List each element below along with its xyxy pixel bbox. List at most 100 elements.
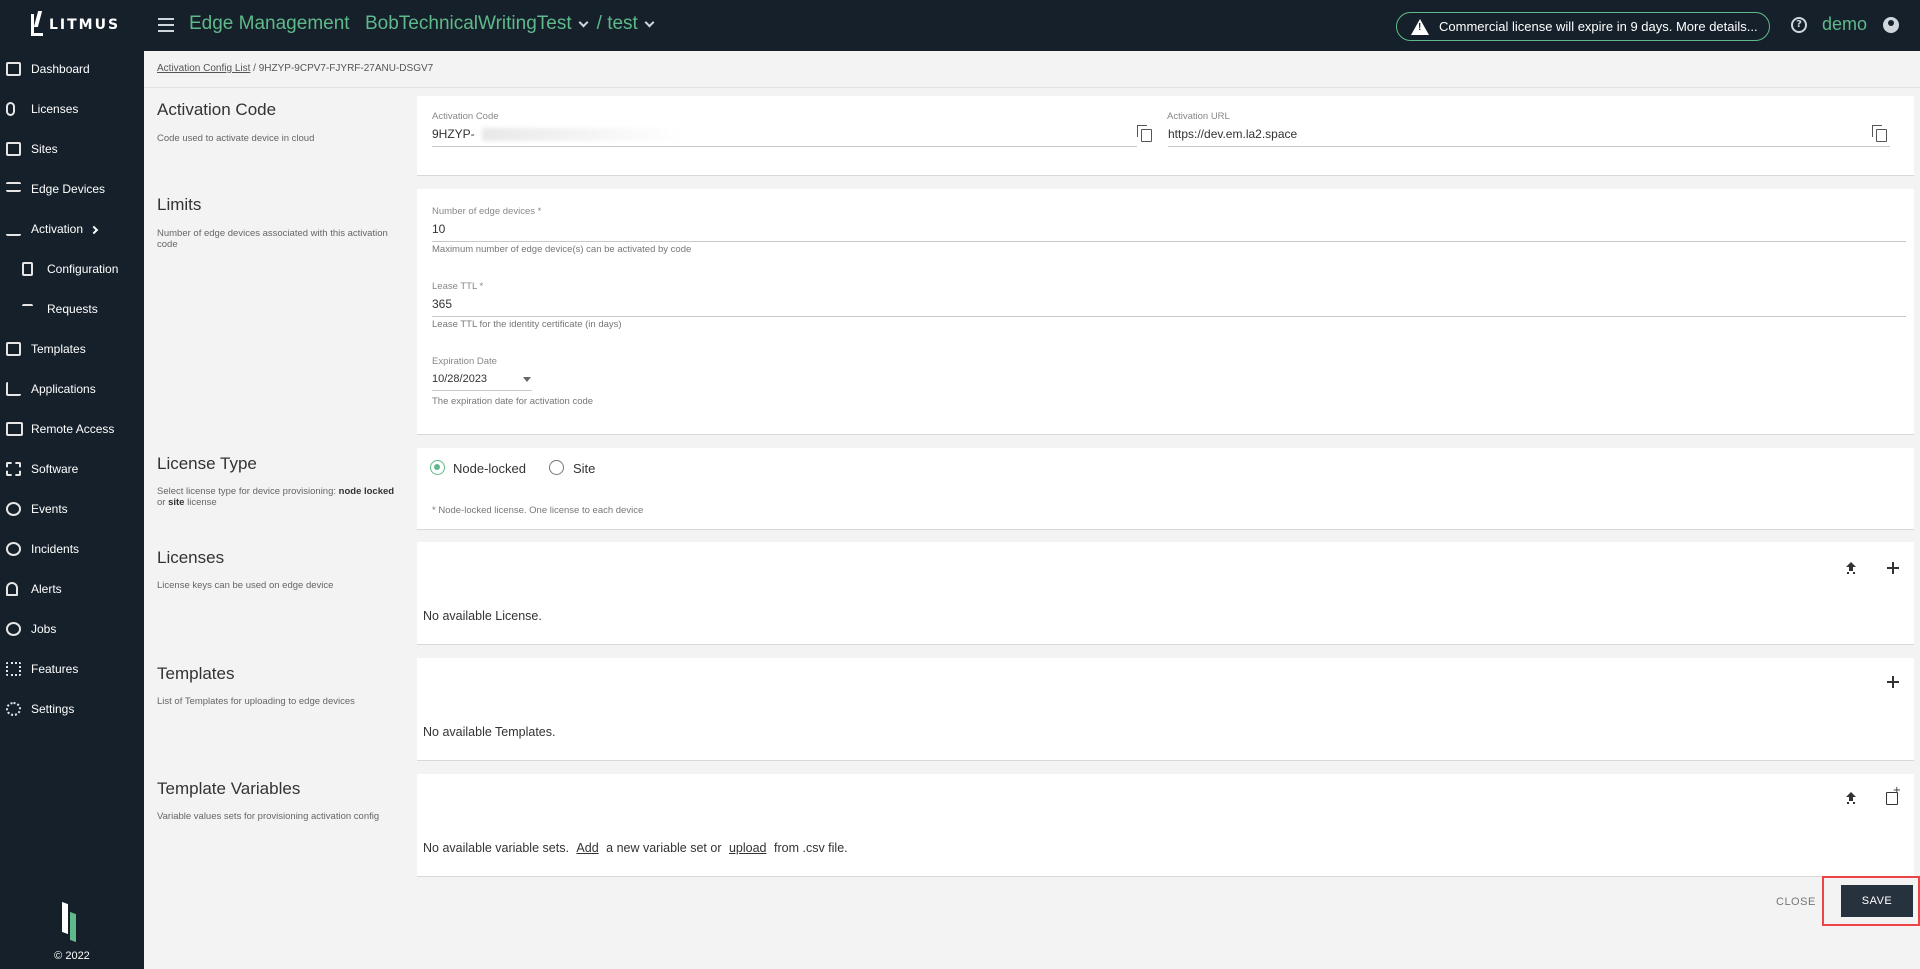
chevron-down-icon[interactable] xyxy=(644,17,655,27)
license-type-card: Node-locked Site * Node-locked license. … xyxy=(417,448,1914,530)
litmus-logo-icon xyxy=(31,14,43,36)
license-expiry-banner[interactable]: Commercial license will expire in 9 days… xyxy=(1396,12,1770,41)
lease-ttl-hint: Lease TTL for the identity certificate (… xyxy=(432,319,622,330)
context-selector[interactable]: BobTechnicalWritingTest / test xyxy=(365,13,659,35)
sidebar-item-label: Remote Access xyxy=(31,422,115,436)
checklist-icon xyxy=(6,222,21,236)
sidebar: Dashboard Licenses Sites Edge Devices Ac… xyxy=(0,51,144,969)
upload-icon[interactable] xyxy=(1846,562,1856,574)
expiration-date-label: Expiration Date xyxy=(432,356,497,367)
bell-icon xyxy=(6,582,18,596)
section-title: Limits xyxy=(157,195,202,214)
site-label[interactable]: Site xyxy=(573,461,595,476)
user-name[interactable]: demo xyxy=(1822,14,1867,35)
redacted-code xyxy=(482,128,682,141)
sidebar-item-settings[interactable]: Settings xyxy=(0,691,144,727)
empty-templates-text: No available Templates. xyxy=(423,725,556,739)
empty-licenses-text: No available License. xyxy=(423,609,542,623)
alert-circle-icon xyxy=(6,542,21,556)
sidebar-item-incidents[interactable]: Incidents xyxy=(0,531,144,567)
chip-icon xyxy=(6,462,21,476)
litmus-logo[interactable]: LITMUS xyxy=(31,14,120,36)
sidebar-item-label: Events xyxy=(31,502,68,516)
section-title: Template Variables xyxy=(157,779,301,798)
limits-card: Number of edge devices * 10 Maximum numb… xyxy=(417,189,1914,435)
add-icon[interactable] xyxy=(1887,676,1899,688)
site-radio[interactable] xyxy=(549,460,564,475)
dropdown-arrow-icon[interactable] xyxy=(523,377,531,382)
chevron-down-icon[interactable] xyxy=(578,17,589,27)
sidebar-item-label: Licenses xyxy=(31,102,79,116)
node-locked-radio[interactable] xyxy=(430,460,445,475)
activation-code-field[interactable]: 9HZYP- xyxy=(432,127,475,141)
warning-icon xyxy=(1411,18,1429,35)
help-icon[interactable]: ? xyxy=(1791,17,1807,33)
section-description: Variable values sets for provisioning ac… xyxy=(157,811,380,822)
lease-ttl-label: Lease TTL * xyxy=(432,281,484,292)
expiration-date-input[interactable]: 10/28/2023 xyxy=(432,373,487,385)
sidebar-item-templates[interactable]: Templates xyxy=(0,331,144,367)
sidebar-item-remote-access[interactable]: Remote Access xyxy=(0,411,144,447)
divider xyxy=(144,87,1920,88)
license-type-note: * Node-locked license. One license to ea… xyxy=(432,505,644,516)
template-variables-card: No available variable sets. Add a new va… xyxy=(417,774,1914,877)
sidebar-item-jobs[interactable]: Jobs xyxy=(0,611,144,647)
dashboard-icon xyxy=(6,62,21,76)
sidebar-item-features[interactable]: Features xyxy=(0,651,144,687)
sidebar-item-activation[interactable]: Activation xyxy=(0,211,144,247)
add-variable-set-link[interactable]: Add xyxy=(572,841,602,855)
section-title: Activation Code xyxy=(157,100,277,119)
section-title: License Type xyxy=(157,454,257,473)
account-icon[interactable] xyxy=(1883,17,1899,33)
activation-url-field[interactable]: https://dev.em.la2.space xyxy=(1168,127,1297,141)
sidebar-item-events[interactable]: Events xyxy=(0,491,144,527)
sidebar-item-label: Jobs xyxy=(31,622,57,636)
section-description: License keys can be used on edge device xyxy=(157,580,334,591)
sidebar-item-label: Alerts xyxy=(31,582,62,596)
sidebar-item-requests[interactable]: Requests xyxy=(0,291,144,327)
sidebar-item-label: Software xyxy=(31,462,79,476)
edge-devices-input[interactable]: 10 xyxy=(432,222,445,236)
node-locked-label[interactable]: Node-locked xyxy=(453,461,526,476)
copy-icon[interactable] xyxy=(1137,125,1152,142)
sidebar-item-alerts[interactable]: Alerts xyxy=(0,571,144,607)
sidebar-item-dashboard[interactable]: Dashboard xyxy=(0,51,144,87)
sidebar-item-sites[interactable]: Sites xyxy=(0,131,144,167)
add-variable-set-icon[interactable] xyxy=(1886,785,1901,805)
lease-ttl-input[interactable]: 365 xyxy=(432,297,452,311)
sidebar-item-label: Settings xyxy=(31,702,75,716)
menu-icon[interactable] xyxy=(158,18,174,32)
sidebar-item-applications[interactable]: Applications xyxy=(0,371,144,407)
brand-name: LITMUS xyxy=(49,17,121,33)
sidebar-item-configuration[interactable]: Configuration xyxy=(0,251,144,287)
upload-csv-link[interactable]: upload xyxy=(725,841,771,855)
section-title: Templates xyxy=(157,664,235,683)
company-selector[interactable]: BobTechnicalWritingTest xyxy=(365,13,572,35)
breadcrumb-current: / 9HZYP-9CPV7-FJYRF-27ANU-DSGV7 xyxy=(253,63,434,74)
breadcrumb: Activation Config List / 9HZYP-9CPV7-FJY… xyxy=(157,63,433,74)
clock-icon xyxy=(6,622,21,636)
expiration-date-hint: The expiration date for activation code xyxy=(432,396,594,407)
paperclip-icon xyxy=(6,102,15,116)
config-icon xyxy=(22,262,33,276)
history-icon xyxy=(6,502,21,516)
close-button[interactable]: CLOSE xyxy=(1776,896,1816,908)
copy-icon[interactable] xyxy=(1872,125,1887,142)
upload-icon[interactable] xyxy=(1846,792,1856,804)
add-icon[interactable] xyxy=(1887,562,1899,574)
top-bar: LITMUS Edge Management BobTechnicalWriti… xyxy=(0,0,1920,51)
activation-code-label: Activation Code xyxy=(432,111,499,122)
sidebar-item-label: Features xyxy=(31,662,79,676)
breadcrumb-link[interactable]: Activation Config List xyxy=(157,63,250,74)
sidebar-item-label: Edge Devices xyxy=(31,182,106,196)
gear-icon xyxy=(6,702,21,716)
project-selector[interactable]: / test xyxy=(597,13,638,35)
section-description: Number of edge devices associated with t… xyxy=(157,228,388,251)
save-button[interactable]: SAVE xyxy=(1841,885,1913,917)
templates-card: No available Templates. xyxy=(417,658,1914,761)
sidebar-item-licenses[interactable]: Licenses xyxy=(0,91,144,127)
section-description: Select license type for device provision… xyxy=(157,486,395,509)
sidebar-item-edge-devices[interactable]: Edge Devices xyxy=(0,171,144,207)
sidebar-item-software[interactable]: Software xyxy=(0,451,144,487)
chevron-right-icon xyxy=(89,225,99,235)
